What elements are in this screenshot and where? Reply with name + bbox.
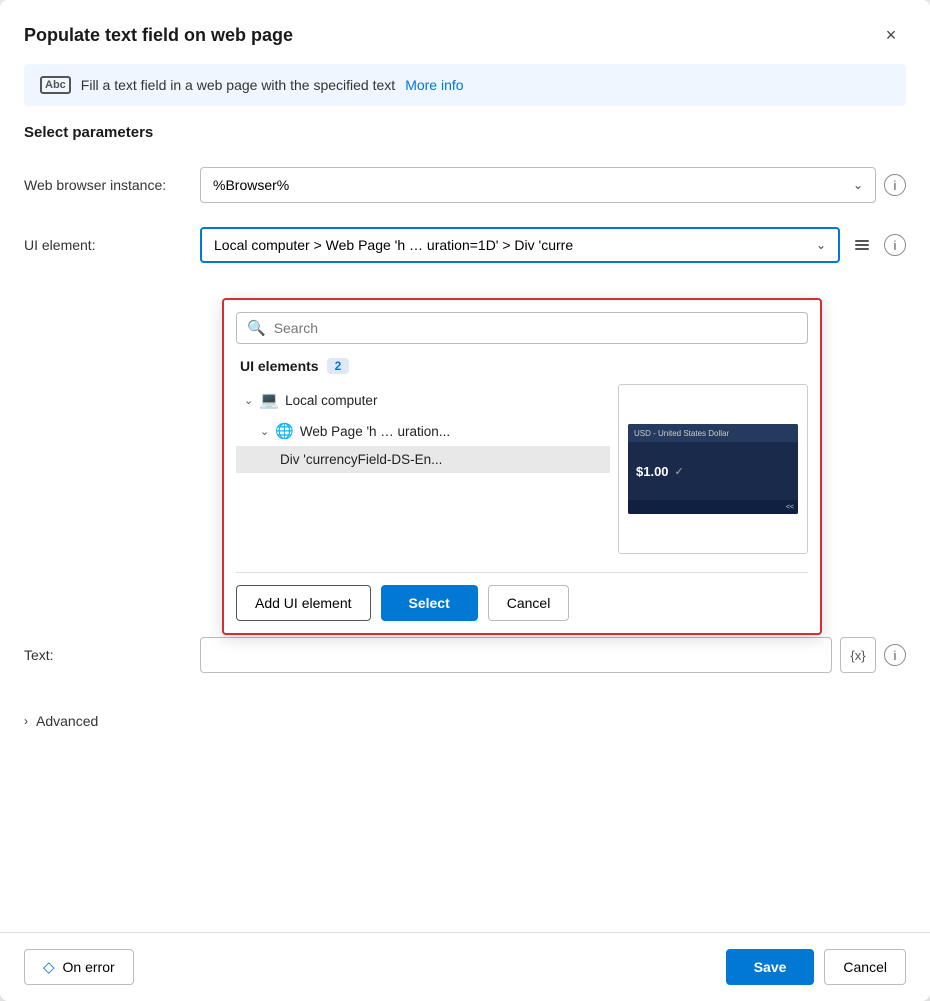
- tree-area: ⌄ 💻 Local computer ⌄ 🌐 Web Page 'h … ura…: [236, 384, 808, 554]
- preview-inner: USD - United States Dollar $1.00 ✓ <<: [619, 385, 807, 553]
- dialog-header: Populate text field on web page ×: [0, 0, 930, 64]
- search-icon: 🔍: [247, 319, 266, 337]
- chevron-down-icon: ⌄: [244, 394, 253, 407]
- computer-icon: 💻: [259, 390, 279, 410]
- banner-text: Fill a text field in a web page with the…: [81, 77, 395, 93]
- section-title: Select parameters: [0, 124, 930, 141]
- tree-item-label: Div 'currencyField-DS-En...: [280, 452, 442, 467]
- footer-right: Save Cancel: [726, 949, 906, 985]
- preview-mock-bar-text: USD - United States Dollar: [634, 429, 729, 438]
- web-browser-control: %Browser% ⌄ i: [200, 167, 906, 203]
- ui-element-dropdown[interactable]: Local computer > Web Page 'h … uration=1…: [200, 227, 840, 263]
- abc-icon: Abc: [40, 76, 71, 94]
- save-button[interactable]: Save: [726, 949, 815, 985]
- ui-elements-header: UI elements 2: [236, 358, 808, 374]
- preview-mock-nav: <<: [628, 500, 798, 514]
- cancel-popup-button[interactable]: Cancel: [488, 585, 570, 621]
- globe-icon: 🌐: [275, 422, 294, 440]
- search-input[interactable]: [274, 320, 797, 336]
- preview-checkmark-icon: ✓: [675, 465, 684, 478]
- preview-dollar-value: $1.00: [636, 464, 669, 479]
- more-info-link[interactable]: More info: [405, 77, 463, 93]
- text-label: Text:: [24, 647, 184, 663]
- tree-item-div[interactable]: Div 'currencyField-DS-En...: [236, 446, 610, 473]
- dialog-title: Populate text field on web page: [24, 25, 293, 46]
- chevron-down-icon: ⌄: [816, 238, 826, 252]
- text-input-wrap: {x}: [200, 637, 876, 673]
- text-input[interactable]: [200, 637, 832, 673]
- select-button[interactable]: Select: [381, 585, 478, 621]
- text-control: {x} i: [200, 637, 906, 673]
- chevron-right-icon: ›: [24, 714, 28, 728]
- web-browser-row: Web browser instance: %Browser% ⌄ i: [0, 159, 930, 211]
- tree-item-label: Local computer: [285, 393, 377, 408]
- dialog-footer: ◇ On error Save Cancel: [0, 932, 930, 1001]
- text-row: Text: {x} i: [0, 629, 930, 681]
- ui-element-value: Local computer > Web Page 'h … uration=1…: [214, 237, 573, 253]
- popup-footer: Add UI element Select Cancel: [236, 572, 808, 621]
- chevron-down-icon: ⌄: [853, 178, 863, 192]
- layers-icon[interactable]: [848, 231, 876, 259]
- tree-item-local-computer[interactable]: ⌄ 💻 Local computer: [236, 384, 610, 416]
- ui-element-info-icon[interactable]: i: [884, 234, 906, 256]
- web-browser-label: Web browser instance:: [24, 177, 184, 193]
- info-banner: Abc Fill a text field in a web page with…: [24, 64, 906, 106]
- add-ui-element-button[interactable]: Add UI element: [236, 585, 371, 621]
- dialog: Populate text field on web page × Abc Fi…: [0, 0, 930, 1001]
- preview-nav-btn: <<: [786, 504, 794, 511]
- search-box: 🔍: [236, 312, 808, 344]
- close-button[interactable]: ×: [876, 20, 906, 50]
- tree-item-webpage[interactable]: ⌄ 🌐 Web Page 'h … uration...: [236, 416, 610, 446]
- preview-mock: USD - United States Dollar $1.00 ✓ <<: [628, 424, 798, 514]
- web-browser-dropdown[interactable]: %Browser% ⌄: [200, 167, 876, 203]
- web-browser-value: %Browser%: [213, 177, 289, 193]
- cancel-dialog-button[interactable]: Cancel: [824, 949, 906, 985]
- ui-element-control: Local computer > Web Page 'h … uration=1…: [200, 227, 906, 263]
- shield-icon: ◇: [43, 958, 55, 976]
- ui-element-dropdown-popup: 🔍 UI elements 2 ⌄ 💻 Local computer ⌄ 🌐: [222, 298, 822, 635]
- preview-panel: USD - United States Dollar $1.00 ✓ <<: [618, 384, 808, 554]
- preview-mock-content: $1.00 ✓: [628, 442, 798, 500]
- on-error-label: On error: [63, 959, 115, 975]
- tree-list: ⌄ 💻 Local computer ⌄ 🌐 Web Page 'h … ura…: [236, 384, 610, 554]
- advanced-row[interactable]: › Advanced: [0, 701, 930, 741]
- preview-mock-bar: USD - United States Dollar: [628, 424, 798, 442]
- ui-elements-label: UI elements: [240, 358, 319, 374]
- ui-elements-count-badge: 2: [327, 358, 350, 374]
- advanced-label: Advanced: [36, 713, 98, 729]
- text-info-icon[interactable]: i: [884, 644, 906, 666]
- ui-element-label: UI element:: [24, 237, 184, 253]
- chevron-down-icon: ⌄: [260, 425, 269, 438]
- variable-button[interactable]: {x}: [840, 637, 876, 673]
- on-error-button[interactable]: ◇ On error: [24, 949, 134, 985]
- tree-item-label: Web Page 'h … uration...: [300, 424, 450, 439]
- web-browser-info-icon[interactable]: i: [884, 174, 906, 196]
- ui-element-row: UI element: Local computer > Web Page 'h…: [0, 219, 930, 271]
